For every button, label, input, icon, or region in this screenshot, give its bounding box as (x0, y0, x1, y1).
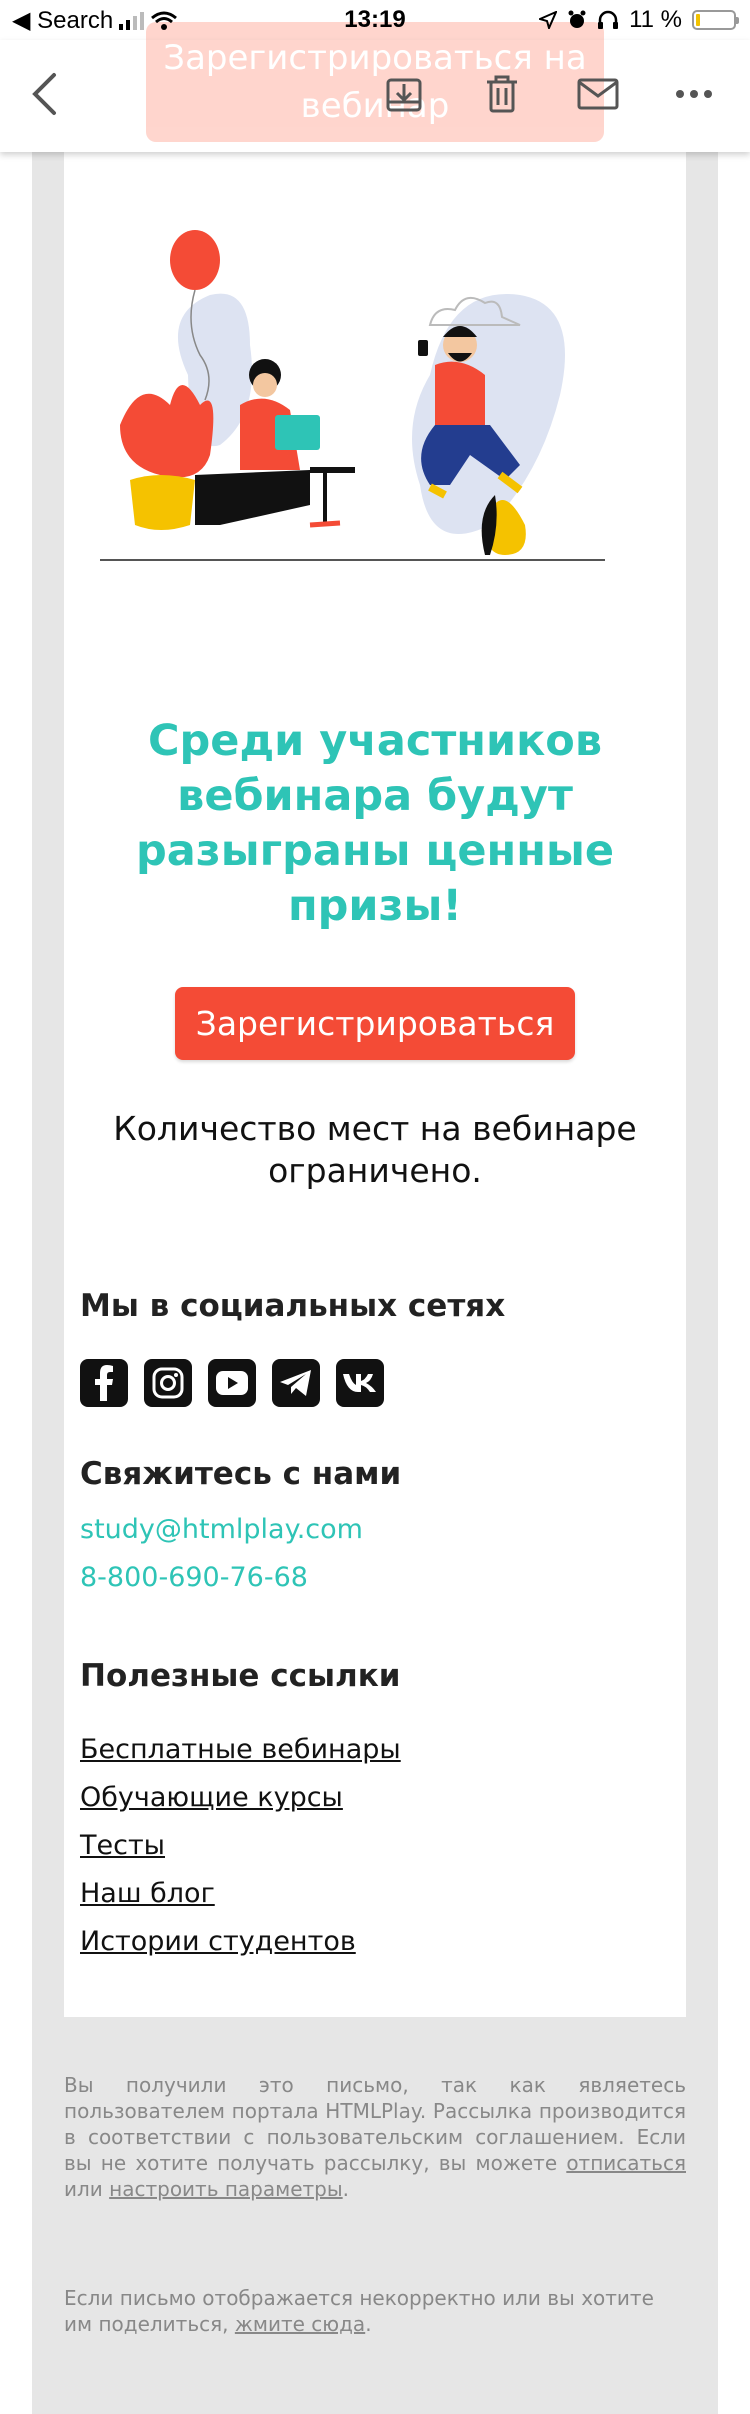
ghost-register-button: Зарегистрироваться на вебинар (146, 22, 604, 142)
youtube-icon[interactable] (208, 1359, 256, 1407)
alarm-icon (568, 10, 586, 28)
contact-phone-link[interactable]: 8-800-690-76-68 (80, 1562, 308, 1593)
settings-link[interactable]: настроить параметры (109, 2177, 343, 2201)
status-right: 11 % (539, 6, 739, 34)
reply-mail-button[interactable] (574, 70, 622, 118)
useful-links-heading: Полезные ссылки (80, 1658, 401, 1694)
more-button[interactable] (670, 70, 718, 118)
footer-or-text: или (64, 2177, 103, 2201)
contact-email-link[interactable]: study@htmlplay.com (80, 1514, 363, 1545)
back-button[interactable] (20, 70, 68, 118)
mail-toolbar: Зарегистрироваться на вебинар (0, 22, 750, 152)
archive-icon (386, 78, 422, 112)
more-dots-icon (676, 90, 712, 98)
link-student-stories[interactable]: Истории студентов (80, 1924, 401, 1972)
delete-button[interactable] (478, 70, 526, 118)
envelope-icon (577, 78, 619, 110)
link-blog[interactable]: Наш блог (80, 1876, 401, 1924)
webinar-illustration (100, 230, 605, 561)
footer-view-online: Если письмо отображается некорректно или… (64, 2286, 654, 2336)
headphones-icon (598, 10, 619, 29)
useful-links-list: Бесплатные вебинары Обучающие курсы Тест… (80, 1732, 401, 1972)
trash-icon (487, 75, 517, 113)
link-courses[interactable]: Обучающие курсы (80, 1780, 401, 1828)
email-headline: Среди участников вебинара будут разыгран… (136, 716, 614, 931)
link-free-webinars[interactable]: Бесплатные вебинары (80, 1732, 401, 1780)
vk-icon[interactable] (336, 1359, 384, 1407)
register-button[interactable]: Зарегистрироваться (175, 987, 575, 1060)
instagram-icon[interactable] (144, 1359, 192, 1407)
archive-button[interactable] (380, 70, 428, 118)
footer-disclaimer: Вы получили это письмо, так как являетес… (64, 2073, 686, 2201)
telegram-icon[interactable] (272, 1359, 320, 1407)
seats-limited-text: Количество мест на вебинаре ограничено. (113, 1109, 637, 1190)
contact-heading: Свяжитесь с нами (80, 1456, 402, 1492)
unsubscribe-link[interactable]: отписаться (566, 2151, 686, 2175)
location-icon (539, 11, 558, 29)
click-here-link[interactable]: жмите сюда (235, 2312, 365, 2336)
battery-percent: 11 % (629, 6, 682, 33)
social-icons-row (80, 1359, 384, 1407)
social-heading: Мы в социальных сетях (80, 1288, 506, 1324)
battery-icon (692, 10, 739, 30)
status-bar: ◀ Search 13:19 11 % (0, 0, 750, 40)
facebook-icon[interactable] (80, 1359, 128, 1407)
link-tests[interactable]: Тесты (80, 1828, 401, 1876)
chevron-left-icon (32, 73, 56, 115)
